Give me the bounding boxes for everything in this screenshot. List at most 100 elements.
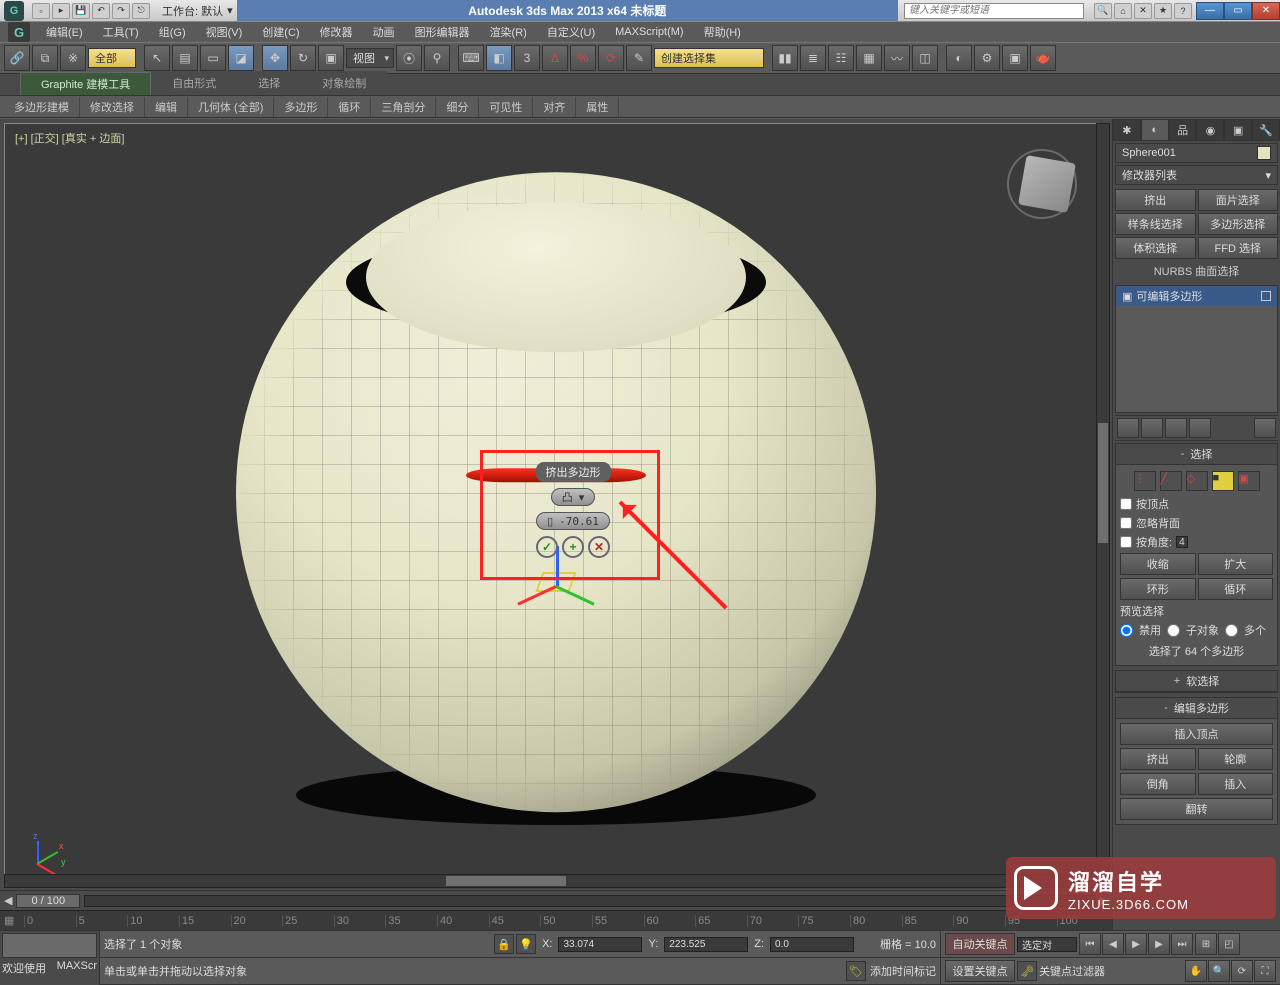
modifier-stack[interactable]: ▣可编辑多边形 [1115,285,1278,413]
border-level-icon[interactable]: ◇ [1186,471,1208,491]
menu-rendering[interactable]: 渲染(R) [480,22,537,42]
show-end-result-icon[interactable] [1141,418,1163,438]
modifier-list-combo[interactable]: 修改器列表 [1115,165,1278,185]
caddy-type-dropdown[interactable]: 凸▾ [551,488,596,506]
mod-btn-splinesel[interactable]: 样条线选择 [1115,213,1196,235]
ribbon-panel-visibility[interactable]: 可见性 [479,97,533,117]
caddy-height-spinner[interactable]: ▯-70.61 [536,512,610,530]
workspace-label[interactable]: 工作台: 默认 [162,3,223,19]
select-name-icon[interactable]: ▤ [172,45,198,71]
link-icon[interactable]: 🔗 [4,45,30,71]
insert-vertex-button[interactable]: 插入顶点 [1120,723,1273,745]
qat-open-icon[interactable]: ▸ [52,3,70,19]
viewport-nav-2-icon[interactable]: ◰ [1218,933,1240,955]
outline-button[interactable]: 轮廓 [1198,748,1274,770]
scale-icon[interactable]: ▣ [318,45,344,71]
rollup-softsel-title[interactable]: +软选择 [1116,671,1277,692]
snap-icon[interactable]: ◧ [486,45,512,71]
play-icon[interactable]: ▶ [1125,933,1147,955]
by-angle-spinner[interactable] [1176,536,1188,548]
mirror-icon[interactable]: ▮▮ [772,45,798,71]
mod-btn-ffdsel[interactable]: FFD 选择 [1198,237,1279,259]
modify-tab-icon[interactable]: ◐ [1141,119,1169,141]
menu-customize[interactable]: 自定义(U) [537,22,605,42]
ribbon-panel-polygons[interactable]: 多边形 [274,97,328,117]
object-color-swatch[interactable] [1257,146,1271,160]
help-icon[interactable]: ? [1174,3,1192,19]
motion-tab-icon[interactable]: ◉ [1196,119,1224,141]
render-production-icon[interactable]: 🫖 [1030,45,1056,71]
autokey-button[interactable]: 自动关键点 [945,933,1015,955]
by-vertex-checkbox[interactable] [1120,498,1132,510]
ribbon-panel-subdiv[interactable]: 细分 [436,97,479,117]
menu-help[interactable]: 帮助(H) [694,22,751,42]
keyboard-shortcut-icon[interactable]: ⌨ [458,45,484,71]
schematic-view-icon[interactable]: ◫ [912,45,938,71]
pivot-icon[interactable]: ⦿ [396,45,422,71]
curve-editor-icon[interactable]: 〰 [884,45,910,71]
rotate-icon[interactable]: ↻ [290,45,316,71]
render-frame-icon[interactable]: ▣ [1002,45,1028,71]
polygon-level-icon[interactable]: ■ [1212,471,1234,491]
close-button[interactable]: ✕ [1252,2,1280,20]
time-slider[interactable]: ◀ 0 / 100 ▶ [0,890,1112,910]
status-thumbnail[interactable] [2,933,97,958]
vertex-level-icon[interactable]: ⋮ [1134,471,1156,491]
object-name-field[interactable]: Sphere001 [1115,143,1278,163]
menu-grapheditors[interactable]: 图形编辑器 [405,22,480,42]
material-editor-icon[interactable]: ◐ [946,45,972,71]
pan-icon[interactable]: ✋ [1185,960,1207,982]
flip-button[interactable]: 翻转 [1120,798,1273,820]
ribbon-panel-properties[interactable]: 属性 [576,97,619,117]
mod-btn-nurbssel[interactable]: NURBS 曲面选择 [1115,261,1278,281]
select-icon[interactable]: ↖ [144,45,170,71]
setkey-button[interactable]: 设置关键点 [945,960,1015,982]
render-setup-icon[interactable]: ⚙ [974,45,1000,71]
remove-modifier-icon[interactable] [1189,418,1211,438]
preview-subobj-radio[interactable] [1167,624,1180,637]
goto-end-icon[interactable]: ⏭ [1171,933,1193,955]
selection-filter-combo[interactable]: 全部 [88,48,136,68]
next-frame-icon[interactable]: ▶ [1148,933,1170,955]
mod-btn-extrude[interactable]: 挤出 [1115,189,1196,211]
search-icon[interactable]: 🔍 [1094,3,1112,19]
make-unique-icon[interactable] [1165,418,1187,438]
ribbon-panel-polymodel[interactable]: 多边形建模 [4,97,80,117]
element-level-icon[interactable]: ▣ [1238,471,1260,491]
maximize-vp-icon[interactable]: ⛶ [1254,960,1276,982]
caddy-ok-button[interactable]: ✓ [536,536,558,558]
inset-button[interactable]: 插入 [1198,773,1274,795]
y-coord-input[interactable] [664,937,748,952]
lock-selection-icon[interactable]: 🔒 [494,934,514,954]
rollup-editpoly-title[interactable]: -编辑多边形 [1116,698,1277,719]
workspace-dropdown-icon[interactable]: ▾ [223,4,237,17]
select-region-icon[interactable]: ▭ [200,45,226,71]
snap-3-icon[interactable]: 3 [514,45,540,71]
goto-start-icon[interactable]: ⏮ [1079,933,1101,955]
angle-snap-icon[interactable]: ∆ [542,45,568,71]
ribbon-tab-freeform[interactable]: 自由形式 [151,71,237,95]
by-angle-checkbox[interactable] [1120,536,1132,548]
key-selection-combo[interactable] [1017,937,1077,952]
app-menu-icon[interactable]: G [8,22,30,42]
x-coord-input[interactable] [558,937,642,952]
spinner-snap-icon[interactable]: ⟳ [598,45,624,71]
app-icon[interactable]: G [4,1,24,21]
edge-level-icon[interactable]: ╱ [1160,471,1182,491]
menu-modifiers[interactable]: 修改器 [310,22,363,42]
viewport-scrollbar-vertical[interactable] [1096,123,1110,873]
signin-icon[interactable]: ⌂ [1114,3,1132,19]
menu-tools[interactable]: 工具(T) [93,22,149,42]
menu-edit[interactable]: 编辑(E) [36,22,93,42]
caddy-apply-button[interactable]: + [562,536,584,558]
ribbon-tab-graphite[interactable]: Graphite 建模工具 [20,72,151,95]
ignore-backfacing-checkbox[interactable] [1120,517,1132,529]
move-icon[interactable]: ✥ [262,45,288,71]
utilities-tab-icon[interactable]: 🔧 [1252,119,1280,141]
align-icon[interactable]: ≣ [800,45,826,71]
mod-btn-volsel[interactable]: 体积选择 [1115,237,1196,259]
stack-item-editable-poly[interactable]: ▣可编辑多边形 [1116,286,1277,306]
extrude-button[interactable]: 挤出 [1120,748,1196,770]
track-bar[interactable]: ▦ 0 5 10 15 20 25 30 35 40 45 50 55 60 6… [0,910,1112,930]
add-time-tag-label[interactable]: 添加时间标记 [870,963,936,979]
